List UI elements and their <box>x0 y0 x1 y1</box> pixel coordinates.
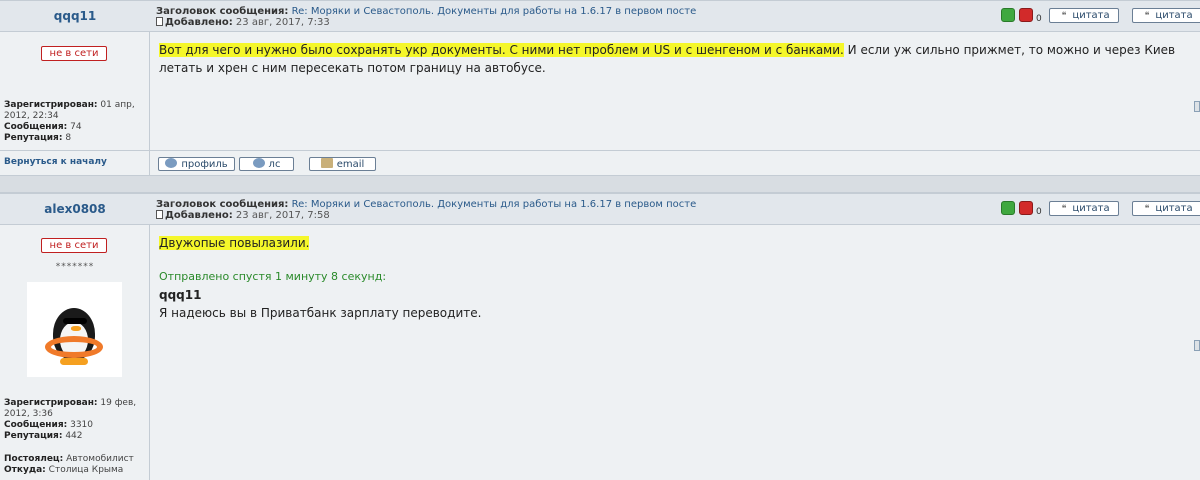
added-label: Добавлено: <box>165 17 233 28</box>
author-username[interactable]: alex0808 <box>44 202 106 216</box>
offline-status-badge: не в сети <box>41 238 107 253</box>
post-body: Вот для чего и нужно было сохранять укр … <box>159 41 1189 77</box>
quote-button-label: цитата <box>1155 10 1193 21</box>
forum-thread: qqq11 не в сети Зарегистрирован: 01 апр,… <box>0 0 1200 480</box>
post-text: И если уж сильно прижмет, то можно и чер… <box>843 43 1176 57</box>
penguin-avatar-lifebuoy <box>45 336 103 358</box>
email-button-label: email <box>336 159 365 170</box>
quote-button-2[interactable]: ❝ цитата <box>1132 201 1200 216</box>
post-separator <box>0 175 1200 193</box>
offline-status-badge: не в сети <box>41 46 107 61</box>
post-subject-line: Заголовок сообщения: Re: Моряки и Севаст… <box>156 6 696 17</box>
rank-stars: ******* <box>55 262 95 272</box>
messages-label: Сообщения: <box>4 420 68 430</box>
pm-button-label: лс <box>268 159 281 170</box>
post-subject[interactable]: Re: Моряки и Севастополь. Документы для … <box>292 199 697 210</box>
author-meta: Зарегистрирован: 19 фев, 2012, 3:36 Сооб… <box>4 398 148 476</box>
quote-button-label: цитата <box>1155 203 1193 214</box>
author-name-cell: alex0808 <box>0 194 150 225</box>
occupation-value: Автомобилист <box>66 454 134 464</box>
post-text-line2: летать и хрен с ним пересекать потом гра… <box>159 61 546 75</box>
post-text-highlighted: Двужопые повылазили. <box>159 236 310 250</box>
quote-button[interactable]: ❝ цитата <box>1049 8 1119 23</box>
profile-button-label: профиль <box>181 159 228 170</box>
occupation-label: Постоялец: <box>4 454 64 464</box>
post-header: Заголовок сообщения: Re: Моряки и Севаст… <box>150 1 1200 32</box>
vote-up-icon[interactable] <box>1001 8 1015 22</box>
penguin-avatar-feet <box>60 358 88 365</box>
quote-button-label: цитата <box>1072 203 1110 214</box>
merged-post-note: Отправлено спустя 1 минуту 8 секунд: <box>159 270 387 283</box>
reputation-value: 8 <box>65 133 72 143</box>
post-actions: 0 ❝ цитата ❝ цитата <box>1001 199 1200 219</box>
vote-up-icon[interactable] <box>1001 201 1015 215</box>
post-document-icon[interactable] <box>156 17 163 26</box>
post-document-icon[interactable] <box>156 210 163 219</box>
post: qqq11 не в сети Зарегистрирован: 01 апр,… <box>0 0 1200 175</box>
vote-down-icon[interactable] <box>1019 8 1033 22</box>
back-to-top-link[interactable]: Вернуться к началу <box>4 157 107 167</box>
post: alex0808 не в сети ******* Зарегистриров… <box>0 193 1200 480</box>
post-author-panel: qqq11 не в сети Зарегистрирован: 01 апр,… <box>0 1 150 175</box>
profile-icon <box>165 158 178 168</box>
post-text-highlighted: Вот для чего и нужно было сохранять укр … <box>159 43 844 57</box>
author-username[interactable]: qqq11 <box>54 9 96 23</box>
post-date: 23 авг, 2017, 7:58 <box>235 210 330 221</box>
subject-label: Заголовок сообщения: <box>156 6 289 17</box>
users-icon <box>252 158 265 168</box>
registered-label: Зарегистрирован: <box>4 100 98 110</box>
avatar <box>27 282 122 377</box>
vote-count: 0 <box>1036 14 1042 24</box>
registered-date: 01 апр, <box>100 100 135 110</box>
registered-date-line2: 2012, 22:34 <box>4 111 59 121</box>
quote-button-label: цитата <box>1072 10 1110 21</box>
messages-count: 74 <box>70 122 82 132</box>
quote-button[interactable]: ❝ цитата <box>1049 201 1119 216</box>
mail-icon <box>320 158 333 168</box>
location-label: Откуда: <box>4 465 46 475</box>
post-content-panel: Заголовок сообщения: Re: Моряки и Севаст… <box>150 1 1200 175</box>
post-header: Заголовок сообщения: Re: Моряки и Севаст… <box>150 194 1200 225</box>
post-date-line: Добавлено: 23 авг, 2017, 7:58 <box>156 210 330 221</box>
quoted-author: qqq11 <box>159 288 202 302</box>
quote-button-2[interactable]: ❝ цитата <box>1132 8 1200 23</box>
reputation-label: Репутация: <box>4 431 63 441</box>
profile-button[interactable]: профиль <box>158 157 235 171</box>
post-content-panel: Заголовок сообщения: Re: Моряки и Севаст… <box>150 194 1200 480</box>
post-subject[interactable]: Re: Моряки и Севастополь. Документы для … <box>292 6 697 17</box>
email-button[interactable]: email <box>309 157 376 171</box>
reputation-label: Репутация: <box>4 133 63 143</box>
private-message-button[interactable]: лс <box>239 157 294 171</box>
registered-date-line2: 2012, 3:36 <box>4 409 53 419</box>
post-date: 23 авг, 2017, 7:33 <box>235 17 330 28</box>
registered-date: 19 фев, <box>100 398 137 408</box>
quoted-text: Я надеюсь вы в Приватбанк зарплату перев… <box>159 306 482 320</box>
registered-label: Зарегистрирован: <box>4 398 98 408</box>
penguin-avatar-glasses <box>63 318 87 324</box>
messages-count: 3310 <box>70 420 93 430</box>
quote-icon: ❝ <box>1144 11 1150 21</box>
location-value: Столица Крыма <box>48 465 124 475</box>
quote-icon: ❝ <box>1061 11 1067 21</box>
scroll-handle[interactable] <box>1194 340 1200 351</box>
vote-count: 0 <box>1036 207 1042 217</box>
post-footer: профиль лс email <box>150 150 1200 176</box>
post-actions: 0 ❝ цитата ❝ цитата <box>1001 6 1200 26</box>
quote-icon: ❝ <box>1144 204 1150 214</box>
post-body: Двужопые повылазили. Отправлено спустя 1… <box>159 234 1189 322</box>
post-subject-line: Заголовок сообщения: Re: Моряки и Севаст… <box>156 199 696 210</box>
penguin-avatar-beak <box>71 326 81 331</box>
messages-label: Сообщения: <box>4 122 68 132</box>
post-author-panel: alex0808 не в сети ******* Зарегистриров… <box>0 194 150 480</box>
author-name-cell: qqq11 <box>0 1 150 32</box>
scroll-handle[interactable] <box>1194 101 1200 112</box>
vote-down-icon[interactable] <box>1019 201 1033 215</box>
quote-icon: ❝ <box>1061 204 1067 214</box>
author-meta: Зарегистрирован: 01 апр, 2012, 22:34 Соо… <box>4 100 148 144</box>
reputation-value: 442 <box>65 431 83 441</box>
added-label: Добавлено: <box>165 210 233 221</box>
post-date-line: Добавлено: 23 авг, 2017, 7:33 <box>156 17 330 28</box>
subject-label: Заголовок сообщения: <box>156 199 289 210</box>
